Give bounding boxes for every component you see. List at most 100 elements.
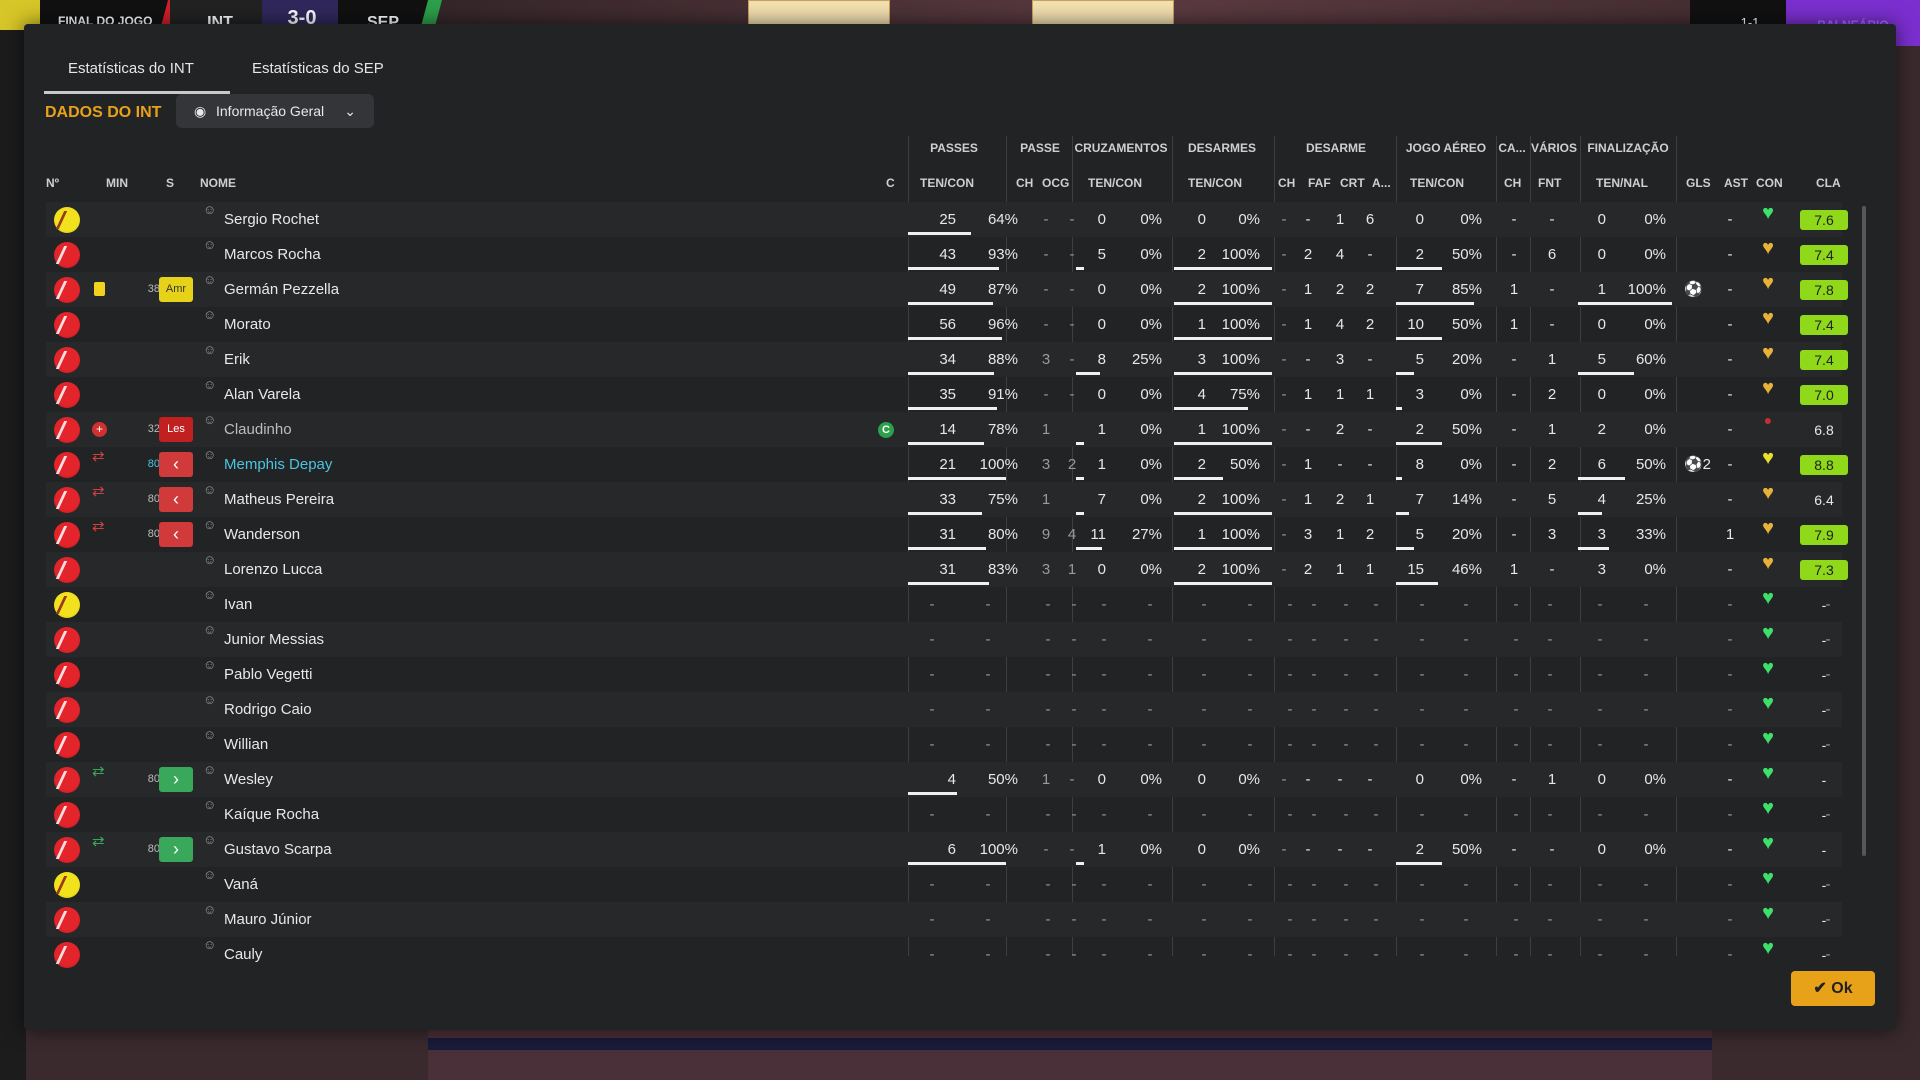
- column-header-passe_ch[interactable]: CH: [1016, 176, 1033, 190]
- d-crt: -: [1343, 806, 1349, 823]
- des-attempted: 0: [1197, 771, 1206, 788]
- view-select-dropdown[interactable]: ◉ Informação Geral ⌄: [176, 94, 374, 128]
- d-ch: -: [1281, 561, 1287, 578]
- d-crt: -: [1343, 596, 1349, 613]
- condition-heart-icon: ♥: [1762, 447, 1774, 469]
- d-a: 1: [1365, 561, 1375, 578]
- passes-bar: [908, 372, 994, 375]
- table-row[interactable]: ☺ Mauro Júnior - - - - - - - - - - - - - - - - - - - - ♥ -: [46, 902, 1842, 937]
- tab-int-stats[interactable]: Estatísticas do INT: [44, 44, 230, 94]
- d-faf: 1: [1303, 316, 1313, 333]
- d-faf: 2: [1303, 246, 1313, 263]
- column-header-d_crt[interactable]: CRT: [1340, 176, 1365, 190]
- aereo-bar: [1396, 582, 1438, 585]
- table-row[interactable]: ☺ Kaíque Rocha - - - - - - - - - - - - - - - - - - - - ♥ -: [46, 797, 1842, 832]
- column-header-gls[interactable]: GLS: [1686, 176, 1711, 190]
- d-ch: -: [1281, 281, 1287, 298]
- table-scrollbar[interactable]: [1862, 206, 1866, 856]
- player-rating: -: [1821, 772, 1827, 788]
- fin-pct: -: [1643, 736, 1649, 753]
- ca-ch: -: [1511, 841, 1517, 858]
- table-row[interactable]: ☺ Junior Messias - - - - - - - - - - - - - - - - - - - - ♥ -: [46, 622, 1842, 657]
- table-row[interactable]: ⇄ 80 ‹ ☺ Matheus Pereira 33 75% 1 7 0% 2 100% -1 2 1 7 1…: [46, 482, 1842, 517]
- passe-ch: 3: [1041, 351, 1051, 368]
- column-header-name[interactable]: NOME: [200, 176, 236, 190]
- tab-sep-stats[interactable]: Estatísticas do SEP: [228, 44, 408, 94]
- assists: -: [1727, 281, 1733, 298]
- passe-ocg: -: [1071, 876, 1077, 893]
- column-header-con[interactable]: CON: [1756, 176, 1783, 190]
- table-row[interactable]: ☺ Lorenzo Lucca 31 83% 3 1 0 0% 2 100% -2 1 1 15 46% 1-…: [46, 552, 1848, 587]
- table-row[interactable]: ☺ Ivan - - - - - - - - - - - - - - - - - - - - ♥ -: [46, 587, 1842, 622]
- shirt-icon: [54, 452, 80, 478]
- d-a: -: [1367, 771, 1373, 788]
- column-header-varios_fnt[interactable]: FNT: [1538, 176, 1561, 190]
- column-header-min[interactable]: MIN: [106, 176, 128, 190]
- table-row[interactable]: ☺ Alan Varela 35 91% - -0 0% 4 75% -1 1 1 3 0% -2 0 0% - ♥…: [46, 377, 1848, 412]
- player-icon: ☺: [203, 307, 217, 322]
- table-row[interactable]: ☺ Erik 34 88% 3-8 25% 3 100% - -3-5 20% -1 5 60% - ♥ 7.4: [46, 342, 1848, 377]
- des-attempted: 0: [1197, 211, 1206, 228]
- fnt: -: [1547, 806, 1553, 823]
- d-crt: -: [1343, 736, 1349, 753]
- column-header-cruz[interactable]: TEN/CON: [1088, 176, 1142, 190]
- column-header-ca_ch[interactable]: CH: [1504, 176, 1521, 190]
- cruz-attempted: 0: [1097, 771, 1106, 788]
- table-row[interactable]: ☺ Pablo Vegetti - - - - - - - - - - - - - - - - - - - - ♥ -: [46, 657, 1842, 692]
- cruz-bar: [1076, 442, 1084, 445]
- column-header-s[interactable]: S: [166, 176, 174, 190]
- column-header-d_a[interactable]: A...: [1372, 176, 1391, 190]
- fin-attempted: 0: [1597, 841, 1606, 858]
- column-header-d_faf[interactable]: FAF: [1308, 176, 1331, 190]
- d-ch: -: [1281, 771, 1287, 788]
- ast: -: [1727, 631, 1733, 648]
- player-icon: ☺: [203, 622, 217, 637]
- d-crt: 1: [1335, 526, 1345, 543]
- table-row[interactable]: ☺ Marcos Rocha 43 93% - -5 0% 2 100% -2 4-2 50% -6 0 0…: [46, 237, 1848, 272]
- des-att: -: [1201, 736, 1207, 753]
- stadium-background: [428, 1028, 1712, 1080]
- column-header-passe_ocg[interactable]: OCG: [1042, 176, 1069, 190]
- aereo-att: -: [1419, 666, 1425, 683]
- ast: -: [1727, 596, 1733, 613]
- player-rating: 7.4: [1800, 350, 1848, 370]
- ca-ch: -: [1511, 456, 1517, 473]
- table-row[interactable]: ⇄ 80 › ☺ Wesley 4 50% 1-0 0% 0 0% - - - -0 0% -1 0 0% - ♥ -: [46, 762, 1842, 797]
- column-header-num[interactable]: Nº: [46, 176, 59, 190]
- shirt-icon: [54, 557, 80, 583]
- table-row[interactable]: ☺ Sergio Rochet 25 64% - -0 0% 0 0% - -1 6 0 0% - -0 0% -…: [46, 202, 1848, 237]
- column-header-passes[interactable]: TEN/CON: [920, 176, 974, 190]
- ok-button[interactable]: ✔ Ok: [1791, 971, 1875, 1006]
- table-row[interactable]: +32 Les ☺ Claudinho C 14 78% 1 1 0% 1 100% - -2-2 50% -…: [46, 412, 1842, 447]
- cruz-attempted: 0: [1097, 561, 1106, 578]
- cruz-pct: -: [1147, 876, 1153, 893]
- fin-attempted: 0: [1597, 211, 1606, 228]
- varios-fnt: -: [1549, 841, 1555, 858]
- table-row[interactable]: ☺ Rodrigo Caio - - - - - - - - - - - - - - - - - - - - ♥ -: [46, 692, 1842, 727]
- player-name: Cauly: [224, 946, 263, 963]
- d-crt: 2: [1335, 491, 1345, 508]
- d-ch: -: [1287, 736, 1293, 753]
- table-row[interactable]: ☺ Vaná - - - - - - - - - - - - - - - - - - - - ♥ -: [46, 867, 1842, 902]
- column-header-aereo[interactable]: TEN/CON: [1410, 176, 1464, 190]
- table-row[interactable]: ☺ Willian - - - - - - - - - - - - - - - - - - - - ♥ -: [46, 727, 1842, 762]
- column-header-d_ch[interactable]: CH: [1278, 176, 1295, 190]
- column-header-fin[interactable]: TEN/NAL: [1596, 176, 1648, 190]
- column-header-ast[interactable]: AST: [1724, 176, 1748, 190]
- column-group-0: PASSES: [930, 141, 978, 155]
- ca-ch: -: [1511, 246, 1517, 263]
- table-row[interactable]: ⇄ 80 ‹ ☺ Memphis Depay 21 100% 3 2 1 0% 2 50% -1- -8 0%…: [46, 447, 1848, 482]
- table-row[interactable]: ⇄ 80 ‹ ☺ Wanderson 31 80% 9 4 11 27% 1 100% -3 1 2 5 20% -…: [46, 517, 1848, 552]
- des-pct: -: [1247, 911, 1253, 928]
- d-ch: -: [1281, 841, 1287, 858]
- des-pct: -: [1247, 946, 1253, 963]
- minutes-played: 38: [147, 283, 160, 295]
- column-header-c[interactable]: C: [886, 176, 895, 190]
- d-faf: -: [1311, 806, 1317, 823]
- table-row[interactable]: ☺ Cauly - - - - - - - - - - - - - - - - - - - - ♥ -: [46, 937, 1842, 972]
- column-header-cla[interactable]: CLA: [1816, 176, 1841, 190]
- table-row[interactable]: ☺ Morato 56 96% - -0 0% 1 100% -1 4 2 10 50% 1-0 0% - ♥ 7.…: [46, 307, 1848, 342]
- table-row[interactable]: ⇄ 80 › ☺ Gustavo Scarpa 6 100% - -1 0% 0 0% - - - -2 50%…: [46, 832, 1842, 867]
- column-header-desarmes[interactable]: TEN/CON: [1188, 176, 1242, 190]
- table-row[interactable]: 38 Amr ☺ Germán Pezzella 49 87% - -0 0% 2 100% -1 2 2…: [46, 272, 1848, 307]
